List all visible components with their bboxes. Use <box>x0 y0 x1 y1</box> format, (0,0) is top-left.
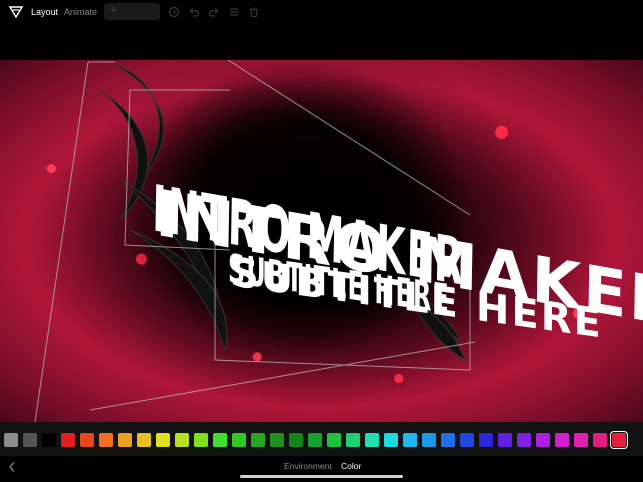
bottom-bar: Environment Color <box>0 456 643 482</box>
menu-icon[interactable] <box>228 6 240 18</box>
color-swatch[interactable] <box>4 433 18 447</box>
add-button[interactable]: + <box>104 3 160 20</box>
color-swatch[interactable] <box>384 433 398 447</box>
color-swatch[interactable] <box>175 433 189 447</box>
color-swatch[interactable] <box>593 433 607 447</box>
back-chevron-icon[interactable] <box>7 461 17 473</box>
app-logo-icon[interactable] <box>9 6 23 18</box>
redo-icon[interactable] <box>208 6 220 18</box>
color-swatch[interactable] <box>289 433 303 447</box>
preview-canvas[interactable]: INTRO MAKER INTRO MAKER SUBTITLE HERE SU… <box>0 60 643 422</box>
top-toolbar: Layout Animate + <box>0 0 643 60</box>
add-icon: + <box>110 4 117 16</box>
color-swatch[interactable] <box>232 433 246 447</box>
color-swatch[interactable] <box>574 433 588 447</box>
tab-color[interactable]: Color <box>341 461 361 472</box>
tab-layout[interactable]: Layout <box>31 6 58 18</box>
tab-animate[interactable]: Animate <box>64 6 97 18</box>
color-swatch[interactable] <box>270 433 284 447</box>
color-swatch[interactable] <box>137 433 151 447</box>
undo-icon[interactable] <box>188 6 200 18</box>
color-swatch[interactable] <box>498 433 512 447</box>
color-swatch[interactable] <box>156 433 170 447</box>
color-swatch[interactable] <box>251 433 265 447</box>
color-swatch[interactable] <box>80 433 94 447</box>
color-swatch[interactable] <box>479 433 493 447</box>
home-indicator <box>240 475 403 478</box>
color-swatch[interactable] <box>99 433 113 447</box>
color-swatch[interactable] <box>194 433 208 447</box>
color-swatch[interactable] <box>346 433 360 447</box>
tab-environment[interactable]: Environment <box>284 461 332 472</box>
color-swatch[interactable] <box>213 433 227 447</box>
color-swatch[interactable] <box>555 433 569 447</box>
color-swatch[interactable] <box>23 433 37 447</box>
history-icon[interactable] <box>168 6 180 18</box>
color-swatch[interactable] <box>308 433 322 447</box>
color-swatch[interactable] <box>536 433 550 447</box>
color-swatch[interactable] <box>118 433 132 447</box>
trash-icon[interactable] <box>248 6 260 18</box>
color-swatch[interactable] <box>517 433 531 447</box>
color-swatch[interactable] <box>610 431 628 449</box>
color-swatch[interactable] <box>422 433 436 447</box>
color-swatch[interactable] <box>403 433 417 447</box>
color-swatch[interactable] <box>365 433 379 447</box>
color-swatch[interactable] <box>327 433 341 447</box>
color-swatch[interactable] <box>441 433 455 447</box>
color-swatch[interactable] <box>42 433 56 447</box>
color-swatch[interactable] <box>460 433 474 447</box>
color-palette <box>0 422 643 456</box>
color-swatch[interactable] <box>61 433 75 447</box>
